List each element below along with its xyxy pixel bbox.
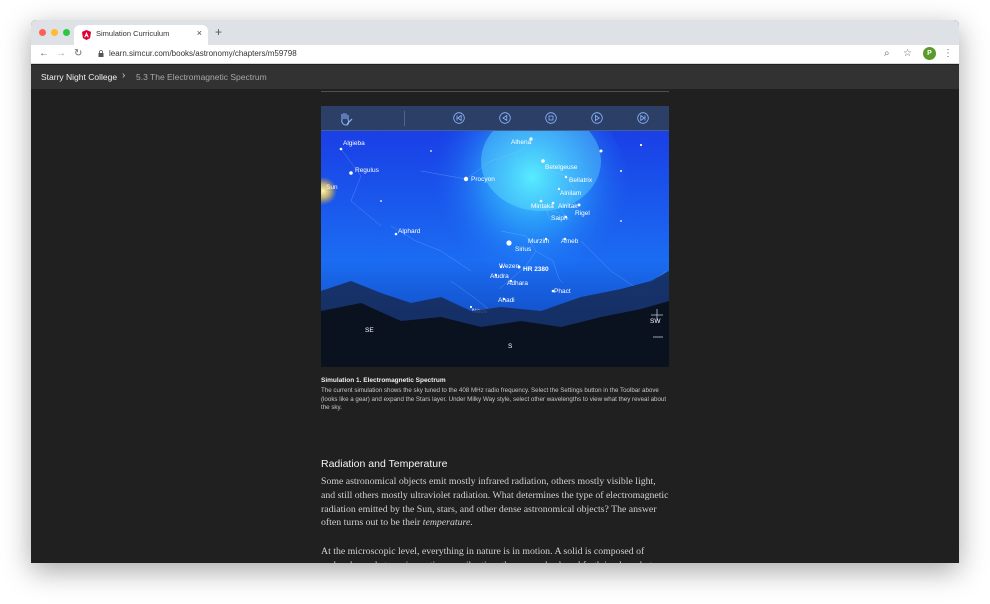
browser-window: Simulation Curriculum × + ← → ↻ learn.si… <box>31 20 959 563</box>
skip-forward-icon[interactable] <box>637 112 649 124</box>
minimize-window-button[interactable] <box>51 29 58 36</box>
close-window-button[interactable] <box>39 29 46 36</box>
star-label: Alnitak <box>558 203 578 210</box>
close-tab-icon[interactable]: × <box>197 28 202 38</box>
profile-avatar[interactable]: P <box>923 47 936 60</box>
star-label: Procyon <box>471 176 495 183</box>
back-icon[interactable]: ← <box>39 48 49 60</box>
skip-back-icon[interactable] <box>453 112 465 124</box>
tab-simulation-curriculum[interactable]: Simulation Curriculum × <box>74 25 208 45</box>
compass-label: SE <box>365 327 374 334</box>
simulation-embed[interactable]: Algieba Alhena Regulus Betelgeuse Procyo… <box>321 106 669 367</box>
toolbar-divider <box>404 111 405 126</box>
star-label: Alhena <box>511 139 532 146</box>
star-label: Bellatrix <box>569 177 593 184</box>
tab-title: Simulation Curriculum <box>96 29 170 38</box>
breadcrumb-current[interactable]: 5.3 The Electromagnetic Spectrum <box>136 72 267 82</box>
star-label: Alnilam <box>560 190 581 197</box>
stop-icon[interactable] <box>545 112 557 124</box>
simulation-toolbar <box>321 106 669 131</box>
star-label: Rigel <box>575 210 590 217</box>
compass-label: SW <box>650 318 661 325</box>
star-label: Algieba <box>343 140 365 147</box>
forward-icon[interactable]: → <box>56 48 66 60</box>
star-label: Phact <box>554 288 571 295</box>
star-label: Ahadi <box>498 297 515 304</box>
chevron-right-icon: › <box>122 70 126 81</box>
bookmark-star-icon[interactable]: ☆ <box>903 48 912 60</box>
figure-caption-text: The current simulation shows the sky tun… <box>321 387 667 412</box>
star-label: Regulus <box>355 167 380 174</box>
hand-tool-icon[interactable] <box>337 110 355 128</box>
paragraph: Some astronomical objects emit mostly in… <box>321 475 671 530</box>
star-label: Mintaka <box>531 203 554 210</box>
main-content: Algieba Alhena Regulus Betelgeuse Procyo… <box>31 89 959 563</box>
star-label: Betelgeuse <box>545 164 578 171</box>
search-icon[interactable]: ⌕ <box>884 48 890 60</box>
paragraph-text: Some astronomical objects emit mostly in… <box>321 476 669 529</box>
lock-icon <box>98 50 104 57</box>
maximize-window-button[interactable] <box>63 29 70 36</box>
divider <box>321 89 669 92</box>
reverse-icon[interactable] <box>499 112 511 124</box>
star-label: Saiph <box>551 215 568 222</box>
new-tab-button[interactable]: + <box>215 26 222 38</box>
emphasis-temperature: temperature <box>422 517 471 529</box>
menu-icon[interactable]: ⋮ <box>943 48 953 60</box>
paragraph-end: . <box>470 517 473 529</box>
compass-label: S <box>508 343 513 350</box>
site-header: Starry Night College › 5.3 The Electroma… <box>31 65 959 89</box>
browser-toolbar: ← → ↻ learn.simcur.com/books/astronomy/c… <box>31 45 959 64</box>
tab-bar: Simulation Curriculum × + <box>31 20 959 45</box>
angular-favicon-icon <box>82 30 91 40</box>
section-heading: Radiation and Temperature <box>321 458 448 470</box>
sky-view[interactable]: Algieba Alhena Regulus Betelgeuse Procyo… <box>321 131 669 367</box>
play-icon[interactable] <box>591 112 603 124</box>
reload-icon[interactable]: ↻ <box>74 48 82 60</box>
star-label: Sun <box>326 184 338 191</box>
star-label: Sirius <box>515 246 532 253</box>
star-label: Murzim <box>528 238 549 245</box>
star-label: Aludra <box>490 273 509 280</box>
star-label: Arneb <box>561 238 579 245</box>
star-label: HR 2380 <box>523 266 549 273</box>
star-label: Wezen <box>499 263 519 270</box>
address-bar[interactable]: learn.simcur.com/books/astronomy/chapter… <box>109 49 297 58</box>
star-label: Adhara <box>507 280 528 287</box>
paragraph: At the microscopic level, everything in … <box>321 546 652 563</box>
figure-caption-title: Simulation 1. Electromagnetic Spectrum <box>321 377 446 384</box>
star-label: Alphard <box>398 228 421 235</box>
brand-link[interactable]: Starry Night College <box>41 72 117 82</box>
